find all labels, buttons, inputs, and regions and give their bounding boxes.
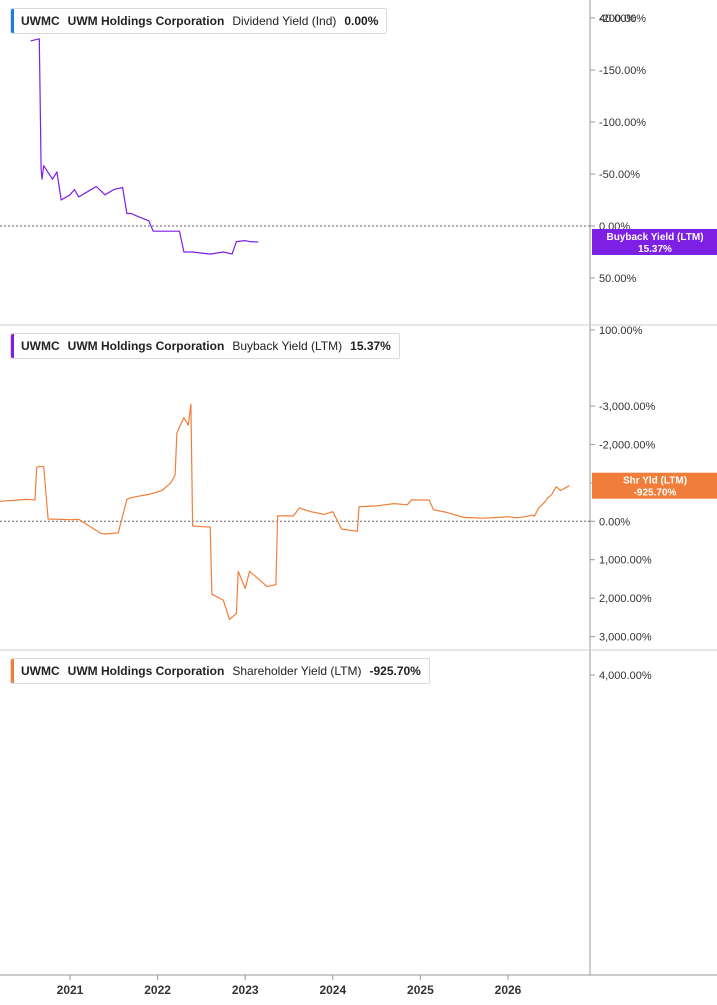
- x-tick-label: 2025: [407, 983, 434, 997]
- y-tick-label: -100.00%: [599, 117, 646, 129]
- y-tick-label: -3,000.00%: [599, 401, 655, 413]
- value-badge-label: Shr Yld (LTM): [623, 476, 687, 487]
- panel-title-buyback: UWMC UWM Holdings Corporation Buyback Yi…: [10, 333, 400, 359]
- metric-value: 15.37%: [350, 339, 391, 353]
- y-tick-label: -50.00%: [599, 169, 640, 181]
- metric-name: Shareholder Yield (LTM): [232, 664, 362, 678]
- panel-title-dividend: UWMC UWM Holdings Corporation Dividend Y…: [10, 8, 388, 34]
- x-tick-label: 2024: [319, 983, 346, 997]
- y-tick-label: 3,000.00%: [599, 632, 652, 644]
- metric-value: 0.00%: [344, 14, 379, 28]
- ticker: UWMC: [21, 14, 60, 28]
- metric-name: Dividend Yield (Ind): [232, 14, 337, 28]
- y-tick-label: 0.00%: [599, 516, 630, 528]
- ticker: UWMC: [21, 664, 60, 678]
- metric-value: -925.70%: [369, 664, 421, 678]
- series-line: [30, 38, 259, 255]
- x-tick-label: 2023: [232, 983, 259, 997]
- y-tick-label: 2,000.00%: [599, 593, 652, 605]
- color-bar: [11, 334, 14, 358]
- metric-name: Buyback Yield (LTM): [232, 339, 343, 353]
- x-tick-label: 2026: [495, 983, 522, 997]
- x-tick-label: 2022: [144, 983, 171, 997]
- panel-title-shareholder: UWMC UWM Holdings Corporation Shareholde…: [10, 658, 430, 684]
- company-name: UWM Holdings Corporation: [67, 664, 225, 678]
- y-tick-label: -200.00%: [599, 13, 646, 25]
- value-badge-value: 15.37%: [638, 244, 672, 255]
- y-tick-label: 1,000.00%: [599, 555, 652, 567]
- color-bar: [11, 659, 14, 683]
- company-name: UWM Holdings Corporation: [67, 339, 225, 353]
- y-tick-label: 4,000.00%: [599, 670, 652, 682]
- y-tick-label: 100.00%: [599, 325, 643, 337]
- y-tick-label: -2,000.00%: [599, 439, 655, 451]
- y-tick-label: 50.00%: [599, 273, 637, 285]
- value-badge-value: -925.70%: [634, 488, 677, 499]
- y-tick-label: -150.00%: [599, 65, 646, 77]
- x-tick-label: 2021: [57, 983, 84, 997]
- value-badge-label: Buyback Yield (LTM): [606, 232, 703, 243]
- chart-svg: 40.00%35.00%30.00%25.00%20.00%15.00%10.0…: [0, 0, 717, 997]
- company-name: UWM Holdings Corporation: [67, 14, 225, 28]
- series-line: [0, 403, 570, 620]
- ticker: UWMC: [21, 339, 60, 353]
- color-bar: [11, 9, 14, 33]
